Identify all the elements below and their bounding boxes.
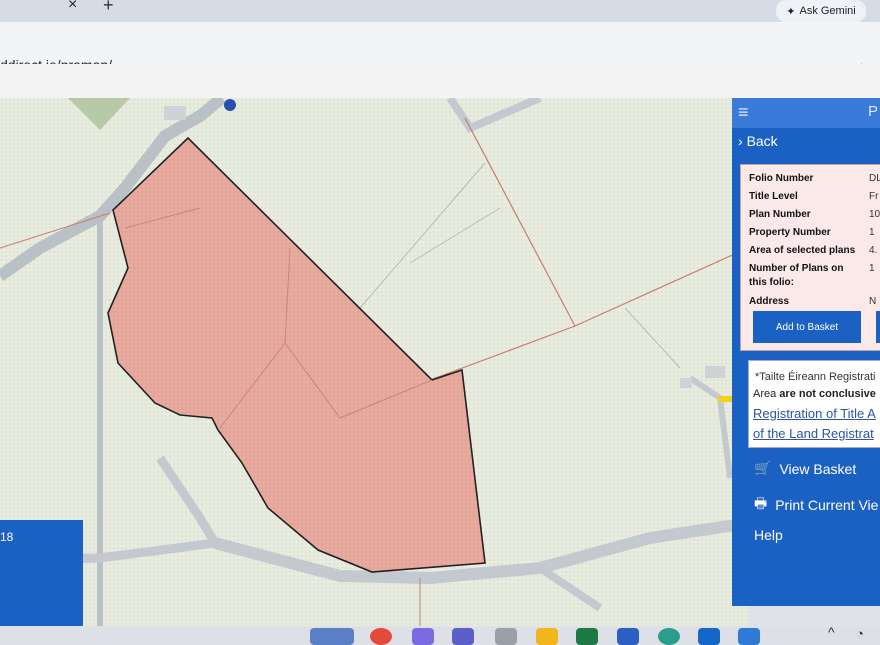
back-button[interactable]: › Back: [738, 133, 778, 149]
scale-label: 18: [0, 530, 14, 544]
cart-icon: 🛒: [754, 460, 772, 476]
network-icon[interactable]: ◔: [856, 626, 864, 641]
teams-icon[interactable]: [452, 628, 474, 645]
close-tab-icon[interactable]: ×: [68, 0, 77, 14]
printer-app-icon[interactable]: [495, 628, 517, 645]
info-label: Folio Number: [749, 173, 814, 184]
info-value: Fr: [869, 191, 879, 202]
info-label: Area of selected plans: [749, 245, 856, 256]
property-info-card: Folio Number DL Title Level Fr Plan Numb…: [740, 164, 880, 351]
land-registry-link[interactable]: of the Land Registrat: [753, 426, 874, 441]
registration-link[interactable]: Registration of Title A: [753, 406, 876, 421]
map-svg[interactable]: [0, 98, 748, 626]
info-label: Title Level: [749, 191, 798, 202]
info-value: 1: [869, 263, 875, 274]
panel-header: ≡ P: [732, 98, 880, 128]
compass-icon[interactable]: [224, 99, 236, 111]
info-value: 4.: [869, 245, 878, 256]
address-bar[interactable]: ddirect.ie/pramap/ ☆: [0, 22, 880, 78]
info-value: DL: [869, 173, 880, 184]
building: [680, 378, 692, 388]
print-view-button[interactable]: 🖶 Print Current Vie: [754, 493, 878, 517]
view-basket-button[interactable]: 🛒 View Basket: [754, 460, 856, 477]
edge-icon[interactable]: [658, 628, 680, 645]
note-line: *Tailte Éireann Registrati: [755, 371, 876, 383]
info-label: this folio:: [749, 277, 794, 288]
browser-tab-bar: × + ✦ Ask Gemini: [0, 0, 880, 22]
chrome-icon[interactable]: [370, 628, 392, 645]
file-explorer-icon[interactable]: [536, 628, 558, 645]
page-header-area: [0, 64, 880, 98]
os-taskbar: ^ ◔: [0, 624, 880, 645]
info-value: 1: [869, 227, 875, 238]
secondary-action-button[interactable]: [876, 311, 880, 343]
building: [164, 106, 186, 120]
sparkle-icon: ✦: [786, 5, 796, 18]
print-view-label: Print Current Vie: [775, 497, 879, 513]
help-button[interactable]: Help: [754, 527, 783, 543]
copilot-icon[interactable]: [412, 628, 434, 645]
weather-widget-icon[interactable]: [310, 628, 354, 645]
info-label: Address: [749, 296, 790, 307]
panel-title: P: [868, 103, 879, 120]
chevron-up-icon[interactable]: ^: [828, 624, 835, 640]
add-to-basket-button[interactable]: Add to Basket: [753, 311, 861, 343]
note-line: Area are not conclusive: [753, 388, 876, 400]
info-value: 10: [869, 209, 880, 220]
ask-gemini-label: Ask Gemini: [799, 5, 856, 17]
printer-icon: 🖶: [754, 495, 768, 511]
note-bold: are not conclusive: [779, 388, 876, 400]
map-canvas[interactable]: [0, 98, 748, 626]
building: [705, 366, 725, 378]
mail-icon[interactable]: [738, 628, 760, 645]
new-tab-icon[interactable]: +: [103, 0, 114, 16]
excel-icon[interactable]: [576, 628, 598, 645]
view-basket-label: View Basket: [779, 460, 857, 477]
disclaimer-note: *Tailte Éireann Registrati Area are not …: [748, 360, 880, 448]
info-value: N: [869, 296, 877, 307]
info-label: Number of Plans on: [749, 263, 844, 274]
property-panel: ≡ P › Back Folio Number DL Title Level F…: [732, 98, 880, 606]
chevron-right-icon: ›: [738, 133, 743, 149]
menu-icon[interactable]: ≡: [738, 102, 749, 123]
note-prefix: Area: [753, 388, 780, 400]
ask-gemini-button[interactable]: ✦ Ask Gemini: [776, 0, 866, 22]
scale-info-box: 18: [0, 520, 83, 626]
back-label: Back: [746, 133, 778, 149]
info-label: Property Number: [749, 227, 831, 238]
word-icon[interactable]: [617, 628, 639, 645]
outlook-icon[interactable]: [698, 628, 720, 645]
info-label: Plan Number: [749, 209, 811, 220]
help-label: Help: [754, 527, 783, 543]
